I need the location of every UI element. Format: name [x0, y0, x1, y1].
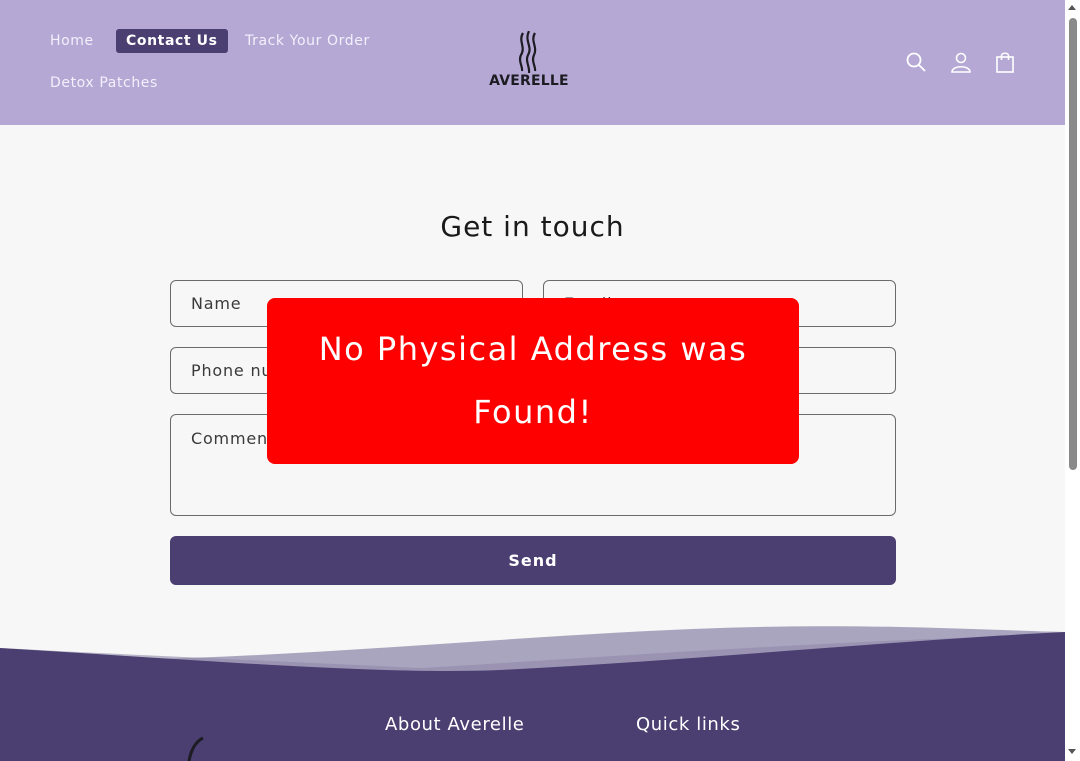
nav-home-link[interactable]: Home [50, 33, 94, 49]
footer-wave-decoration [0, 626, 1065, 761]
site-header: Home Contact Us Track Your Order Detox P… [0, 0, 1065, 125]
search-icon[interactable] [904, 50, 928, 74]
account-icon[interactable] [949, 50, 973, 74]
logo-flame-icon [518, 31, 537, 73]
brand-name: AVERELLE [489, 73, 569, 89]
alert-line-2: Found! [473, 393, 593, 431]
no-address-alert: No Physical Address was Found! [267, 298, 799, 464]
page-scrollbar[interactable] [1065, 0, 1080, 761]
scrollbar-thumb[interactable] [1069, 18, 1077, 470]
nav-detox-patches-link[interactable]: Detox Patches [50, 75, 158, 91]
alert-line-1: No Physical Address was [318, 330, 748, 368]
nav-track-order-link[interactable]: Track Your Order [245, 33, 370, 49]
footer-about-heading: About Averelle [385, 714, 525, 735]
brand-logo[interactable]: AVERELLE [486, 31, 572, 93]
footer-logo-icon [187, 736, 204, 761]
nav-contact-link[interactable]: Contact Us [116, 29, 228, 53]
contact-title: Get in touch [440, 210, 625, 243]
cart-icon[interactable] [993, 50, 1017, 74]
footer-links-heading: Quick links [636, 714, 741, 735]
page: Home Contact Us Track Your Order Detox P… [0, 0, 1065, 761]
scroll-down-arrow-icon[interactable] [1068, 749, 1076, 754]
scroll-up-arrow-icon[interactable] [1068, 5, 1076, 10]
send-button[interactable]: Send [170, 536, 896, 585]
